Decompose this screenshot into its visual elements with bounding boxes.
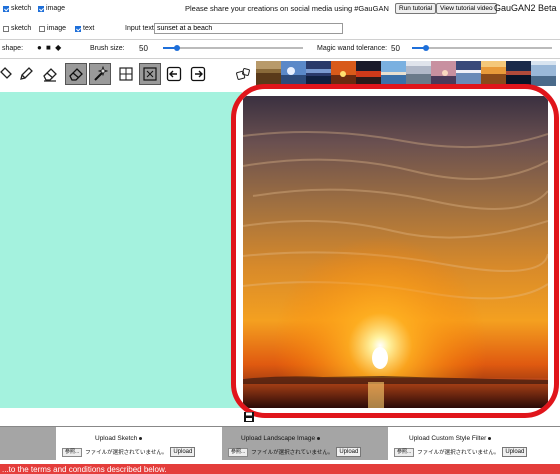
slider-knob[interactable] bbox=[174, 45, 180, 51]
browse-button[interactable]: 参照... bbox=[394, 447, 415, 457]
upload-landscape-button[interactable]: Upload bbox=[336, 447, 362, 457]
style-thumbnail[interactable] bbox=[456, 61, 481, 86]
upload-style-file-row: 参照... ファイルが選択されていません。 Upload bbox=[394, 447, 528, 457]
sketch-checkbox[interactable]: sketch bbox=[3, 5, 31, 12]
upload-landscape-panel: Upload Landscape Image 参照... ファイルが選択されてい… bbox=[222, 427, 388, 460]
brush-settings-bar: shape: ● ■ ◆ Brush size: 50 Magic wand t… bbox=[0, 40, 560, 58]
no-file-text: ファイルが選択されていません。 bbox=[85, 450, 168, 456]
terms-banner: ...to the terms and conditions described… bbox=[0, 464, 560, 474]
slider-knob[interactable] bbox=[423, 45, 429, 51]
image-checkbox[interactable]: image bbox=[39, 25, 66, 32]
style-thumbnail[interactable] bbox=[431, 61, 456, 86]
upload-panels: Upload Sketch 参照... ファイルが選択されていません。 Uplo… bbox=[0, 426, 560, 460]
eraser-icon[interactable] bbox=[65, 63, 87, 85]
checkbox-label: image bbox=[46, 5, 66, 12]
grid-icon[interactable] bbox=[115, 63, 137, 85]
checkbox-box[interactable] bbox=[3, 5, 9, 12]
image-checkbox[interactable]: image bbox=[38, 5, 65, 12]
upload-landscape-title: Upload Landscape Image bbox=[241, 435, 321, 442]
checkbox-label: sketch bbox=[11, 5, 32, 12]
style-thumbnail[interactable] bbox=[481, 61, 506, 86]
segmentation-canvas[interactable] bbox=[0, 92, 242, 408]
checkbox-label: sketch bbox=[11, 25, 32, 32]
magic-wand-tolerance-slider[interactable] bbox=[412, 45, 552, 51]
no-file-text: ファイルが選択されていません。 bbox=[251, 450, 334, 456]
style-thumbnail[interactable] bbox=[256, 61, 281, 86]
magic-wand-tolerance-label: Magic wand tolerance: bbox=[317, 45, 388, 52]
top-bar: sketch image Please share your creations… bbox=[0, 0, 560, 20]
dice-icon[interactable] bbox=[232, 63, 254, 85]
shape-label: shape: bbox=[2, 45, 24, 52]
upload-style-title: Upload Custom Style Filter bbox=[409, 435, 492, 442]
upload-landscape-label: Upload Landscape Image bbox=[241, 435, 316, 442]
upload-sketch-title: Upload Sketch bbox=[95, 435, 143, 442]
style-thumbnail[interactable] bbox=[506, 61, 531, 86]
view-tutorial-video-button[interactable]: View tutorial video bbox=[436, 3, 497, 14]
upload-style-filter-panel: Upload Custom Style Filter 参照... ファイルが選択… bbox=[388, 427, 560, 460]
bullet-dot bbox=[488, 436, 492, 440]
style-thumbnail[interactable] bbox=[381, 61, 406, 86]
magic-wand-tolerance-value: 50 bbox=[391, 44, 400, 53]
checkbox-box[interactable] bbox=[75, 25, 81, 32]
upload-panel-partial bbox=[0, 427, 56, 460]
style-thumbnail[interactable] bbox=[331, 61, 356, 86]
checkbox-label: text bbox=[83, 25, 95, 32]
style-thumbnail[interactable] bbox=[281, 61, 306, 86]
input-bar: sketch image text Input text: bbox=[0, 20, 560, 38]
magic-wand-icon[interactable] bbox=[89, 63, 111, 85]
output-sunset-image bbox=[243, 96, 548, 408]
no-file-text: ファイルが選択されていません。 bbox=[417, 450, 500, 456]
browse-button[interactable]: 参照... bbox=[62, 447, 83, 457]
brush-size-value: 50 bbox=[139, 44, 148, 53]
brush-size-label: Brush size: bbox=[90, 45, 125, 52]
bullet-dot bbox=[317, 436, 321, 440]
checkbox-box[interactable] bbox=[3, 25, 9, 32]
redo-arrow-icon[interactable] bbox=[187, 63, 209, 85]
style-thumbnail[interactable] bbox=[531, 61, 556, 86]
eraser-icon[interactable] bbox=[39, 63, 61, 85]
upload-sketch-panel: Upload Sketch 参照... ファイルが選択されていません。 Uplo… bbox=[56, 427, 222, 460]
save-icon[interactable] bbox=[243, 411, 255, 423]
upload-sketch-button[interactable]: Upload bbox=[170, 447, 196, 457]
bullet-dot bbox=[139, 436, 143, 440]
upload-sketch-file-row: 参照... ファイルが選択されていません。 Upload bbox=[62, 447, 196, 457]
upload-style-label: Upload Custom Style Filter bbox=[409, 435, 487, 442]
input-text-field[interactable] bbox=[154, 23, 343, 34]
brand-title: GauGAN2 Beta bbox=[494, 3, 557, 13]
sketch-checkbox[interactable]: sketch bbox=[3, 25, 31, 32]
checkbox-box[interactable] bbox=[38, 5, 44, 12]
style-thumbnail[interactable] bbox=[356, 61, 381, 86]
pencil-icon[interactable] bbox=[15, 63, 37, 85]
brush-size-slider[interactable] bbox=[163, 45, 303, 51]
upload-style-button[interactable]: Upload bbox=[502, 447, 528, 457]
checkbox-box[interactable] bbox=[39, 25, 45, 32]
browse-button[interactable]: 参照... bbox=[228, 447, 249, 457]
input-text-label: Input text: bbox=[125, 25, 156, 32]
run-tutorial-button[interactable]: Run tutorial bbox=[395, 3, 437, 14]
upload-sketch-label: Upload Sketch bbox=[95, 435, 138, 442]
output-image-frame bbox=[231, 84, 559, 418]
undo-arrow-icon[interactable] bbox=[163, 63, 185, 85]
text-checkbox[interactable]: text bbox=[75, 25, 94, 32]
checkbox-label: image bbox=[47, 25, 67, 32]
style-thumbnail[interactable] bbox=[306, 61, 331, 86]
grid-icon[interactable] bbox=[139, 63, 161, 85]
shape-options[interactable]: ● ■ ◆ bbox=[37, 43, 62, 52]
style-thumbnail[interactable] bbox=[406, 61, 431, 86]
upload-landscape-file-row: 参照... ファイルが選択されていません。 Upload bbox=[228, 447, 362, 457]
share-message: Please share your creations on social me… bbox=[185, 4, 389, 13]
